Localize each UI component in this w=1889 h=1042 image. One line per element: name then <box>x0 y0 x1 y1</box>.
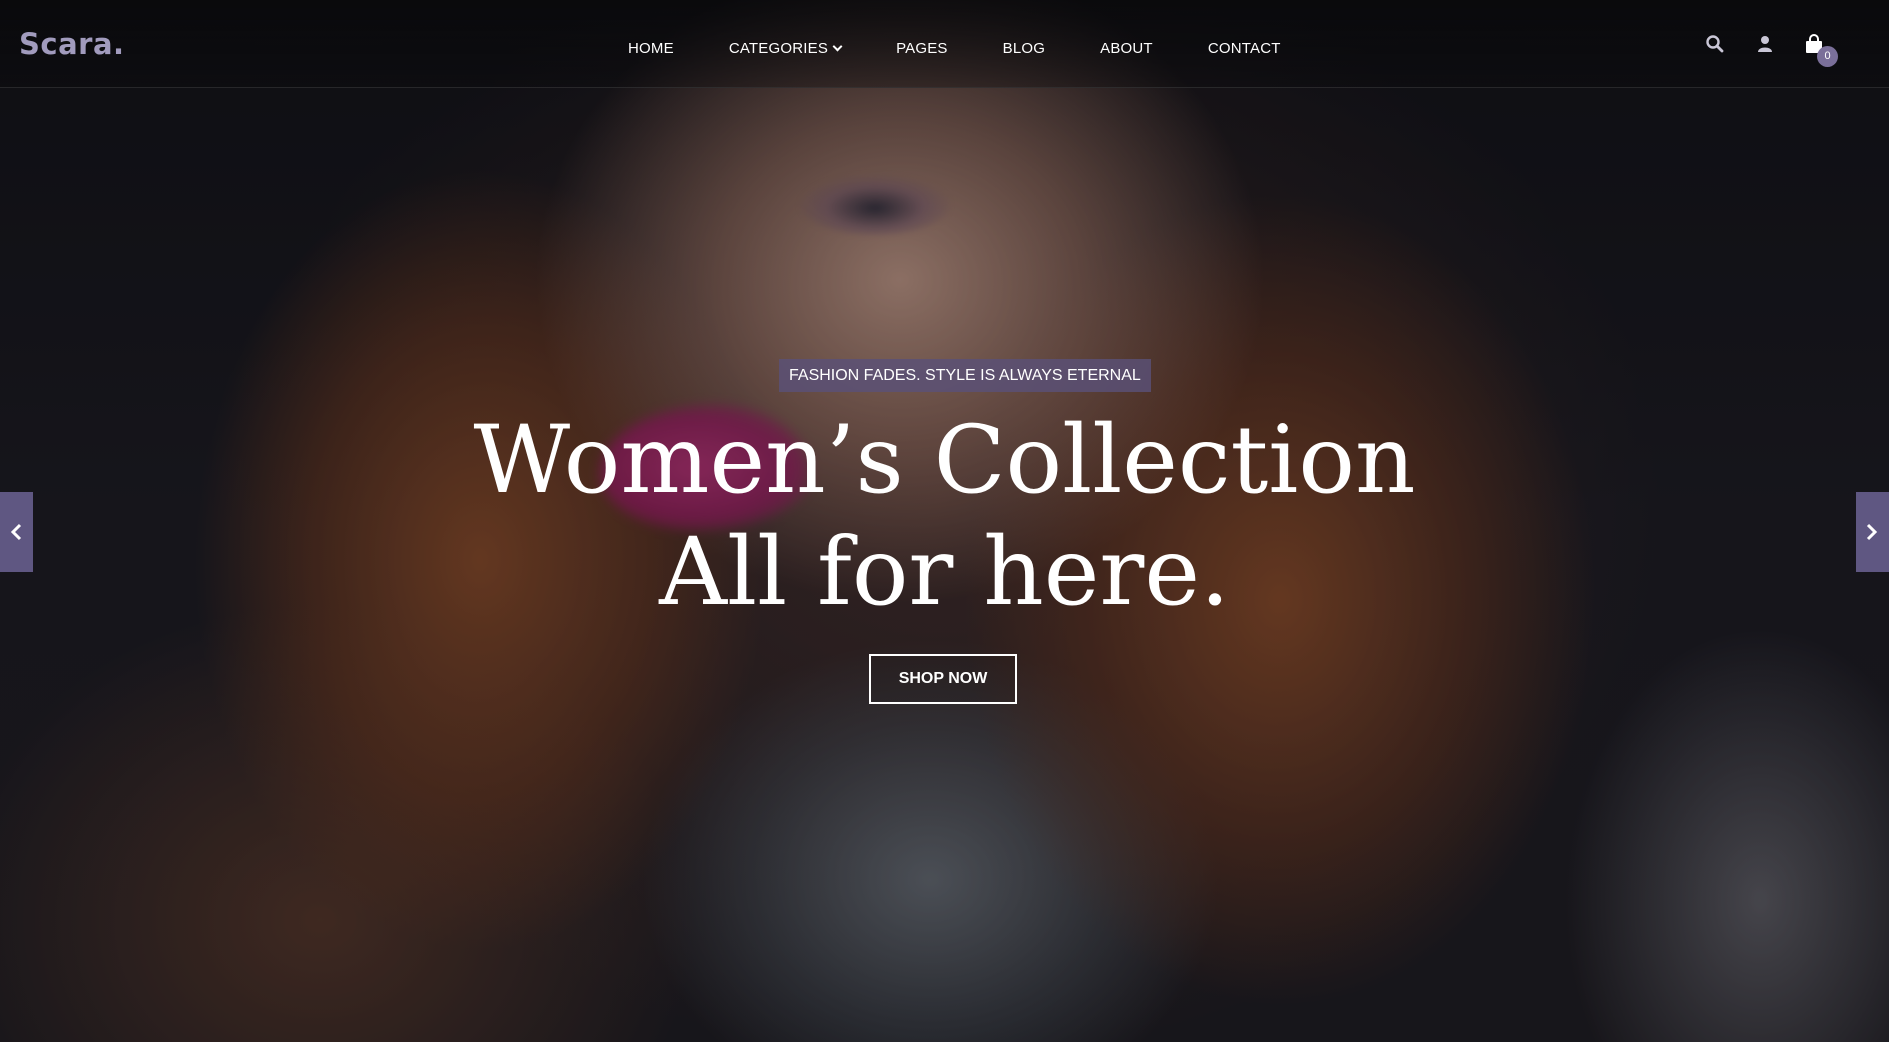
nav-categories-label: CATEGORIES <box>728 39 829 57</box>
nav-contact[interactable]: CONTACT <box>1208 40 1281 57</box>
shop-now-button[interactable]: SHOP NOW <box>869 654 1017 704</box>
main-nav: HOME CATEGORIES PAGES BLOG ABOUT CONTACT <box>628 38 1281 58</box>
nav-blog[interactable]: BLOG <box>1003 40 1045 57</box>
hero-headline: Women’s Collection All for here. <box>0 405 1889 629</box>
nav-categories[interactable]: CATEGORIES <box>728 39 843 57</box>
chevron-down-icon <box>832 41 843 51</box>
chevron-left-icon <box>10 523 22 541</box>
cart-count-badge: 0 <box>1817 46 1838 67</box>
chevron-right-icon <box>1866 523 1878 541</box>
hero-tagline: FASHION FADES. STYLE IS ALWAYS ETERNAL <box>779 359 1151 392</box>
nav-home[interactable]: HOME <box>628 40 674 57</box>
hero-headline-line2: All for here. <box>659 518 1230 627</box>
hero-headline-line1: Women’s Collection <box>473 406 1416 515</box>
site-header: Scara. HOME CATEGORIES PAGES BLOG ABOUT … <box>0 0 1889 88</box>
header-tools: 0 <box>1705 34 1865 67</box>
site-logo[interactable]: Scara. <box>19 27 125 61</box>
hero-slider: Scara. HOME CATEGORIES PAGES BLOG ABOUT … <box>0 0 1889 1042</box>
slider-prev-button[interactable] <box>0 492 33 572</box>
slider-next-button[interactable] <box>1856 492 1889 572</box>
user-icon[interactable] <box>1755 34 1777 56</box>
nav-pages[interactable]: PAGES <box>896 40 948 57</box>
nav-about[interactable]: ABOUT <box>1100 40 1153 57</box>
search-icon[interactable] <box>1705 34 1727 56</box>
